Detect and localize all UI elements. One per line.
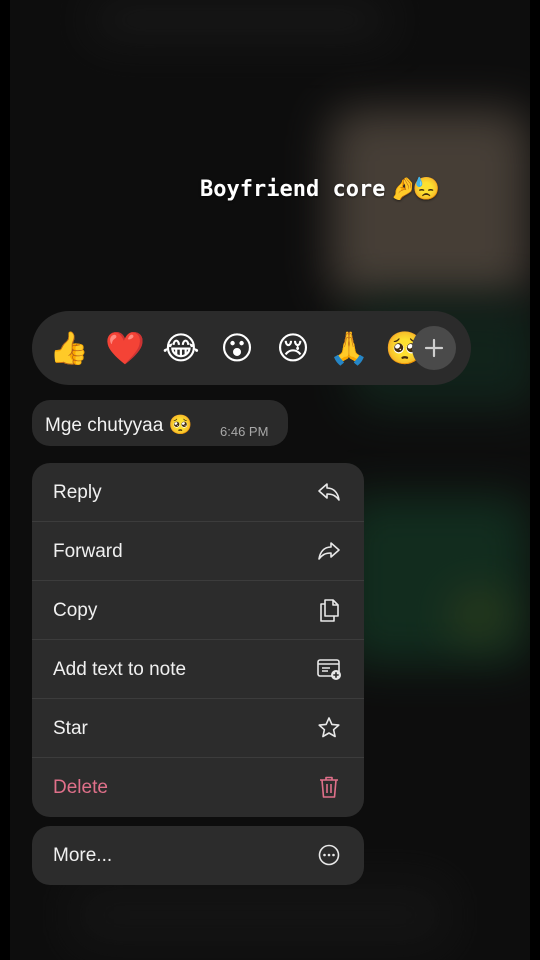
menu-item-more[interactable]: More... bbox=[32, 826, 364, 885]
forward-icon bbox=[318, 542, 340, 560]
message-text: Mge chutyyaa bbox=[45, 415, 164, 436]
message-bubble: Mge chutyyaa 🥺 6:46 PM bbox=[32, 400, 288, 446]
menu-item-forward[interactable]: Forward bbox=[32, 522, 364, 581]
reaction-thumbs-up[interactable]: 👍 bbox=[49, 328, 89, 368]
reaction-heart[interactable]: ❤️ bbox=[105, 328, 145, 368]
caption-text: Boyfriend core bbox=[200, 176, 386, 202]
menu-item-label: Copy bbox=[53, 600, 98, 621]
trash-icon bbox=[320, 776, 338, 798]
add-note-icon bbox=[317, 659, 341, 680]
more-icon bbox=[318, 844, 340, 866]
menu-item-label: Add text to note bbox=[53, 659, 187, 680]
more-reactions-button[interactable] bbox=[412, 326, 456, 370]
plus-icon bbox=[424, 338, 444, 358]
reaction-sad[interactable]: 😢 bbox=[273, 328, 313, 368]
downcast-sweat-emoji: 😓 bbox=[412, 176, 441, 202]
menu-item-delete[interactable]: Delete bbox=[32, 758, 364, 817]
copy-icon bbox=[320, 599, 339, 622]
pleading-emoji: 🥺 bbox=[168, 415, 193, 436]
menu-item-label: Forward bbox=[53, 541, 123, 562]
reaction-surprised[interactable]: 😮 bbox=[217, 328, 257, 368]
star-icon bbox=[318, 717, 340, 738]
menu-item-label: Delete bbox=[53, 777, 108, 798]
menu-item-add-text-to-note[interactable]: Add text to note bbox=[32, 640, 364, 699]
reply-icon bbox=[318, 483, 340, 501]
menu-item-label: More... bbox=[53, 845, 113, 866]
photo-caption: Boyfriend core 🤌 😓 bbox=[200, 172, 440, 206]
reaction-pray[interactable]: 🙏 bbox=[329, 328, 369, 368]
menu-item-copy[interactable]: Copy bbox=[32, 581, 364, 640]
reaction-laughing[interactable]: 😂 bbox=[161, 328, 201, 368]
reaction-bar: 👍 ❤️ 😂 😮 😢 🙏 🥺 bbox=[32, 311, 471, 385]
menu-item-label: Reply bbox=[53, 482, 102, 503]
message-timestamp: 6:46 PM bbox=[220, 424, 269, 439]
context-menu: Reply Forward Copy Add text to note Star… bbox=[32, 463, 364, 817]
menu-item-label: Star bbox=[53, 718, 88, 739]
menu-item-star[interactable]: Star bbox=[32, 699, 364, 758]
menu-item-reply[interactable]: Reply bbox=[32, 463, 364, 522]
